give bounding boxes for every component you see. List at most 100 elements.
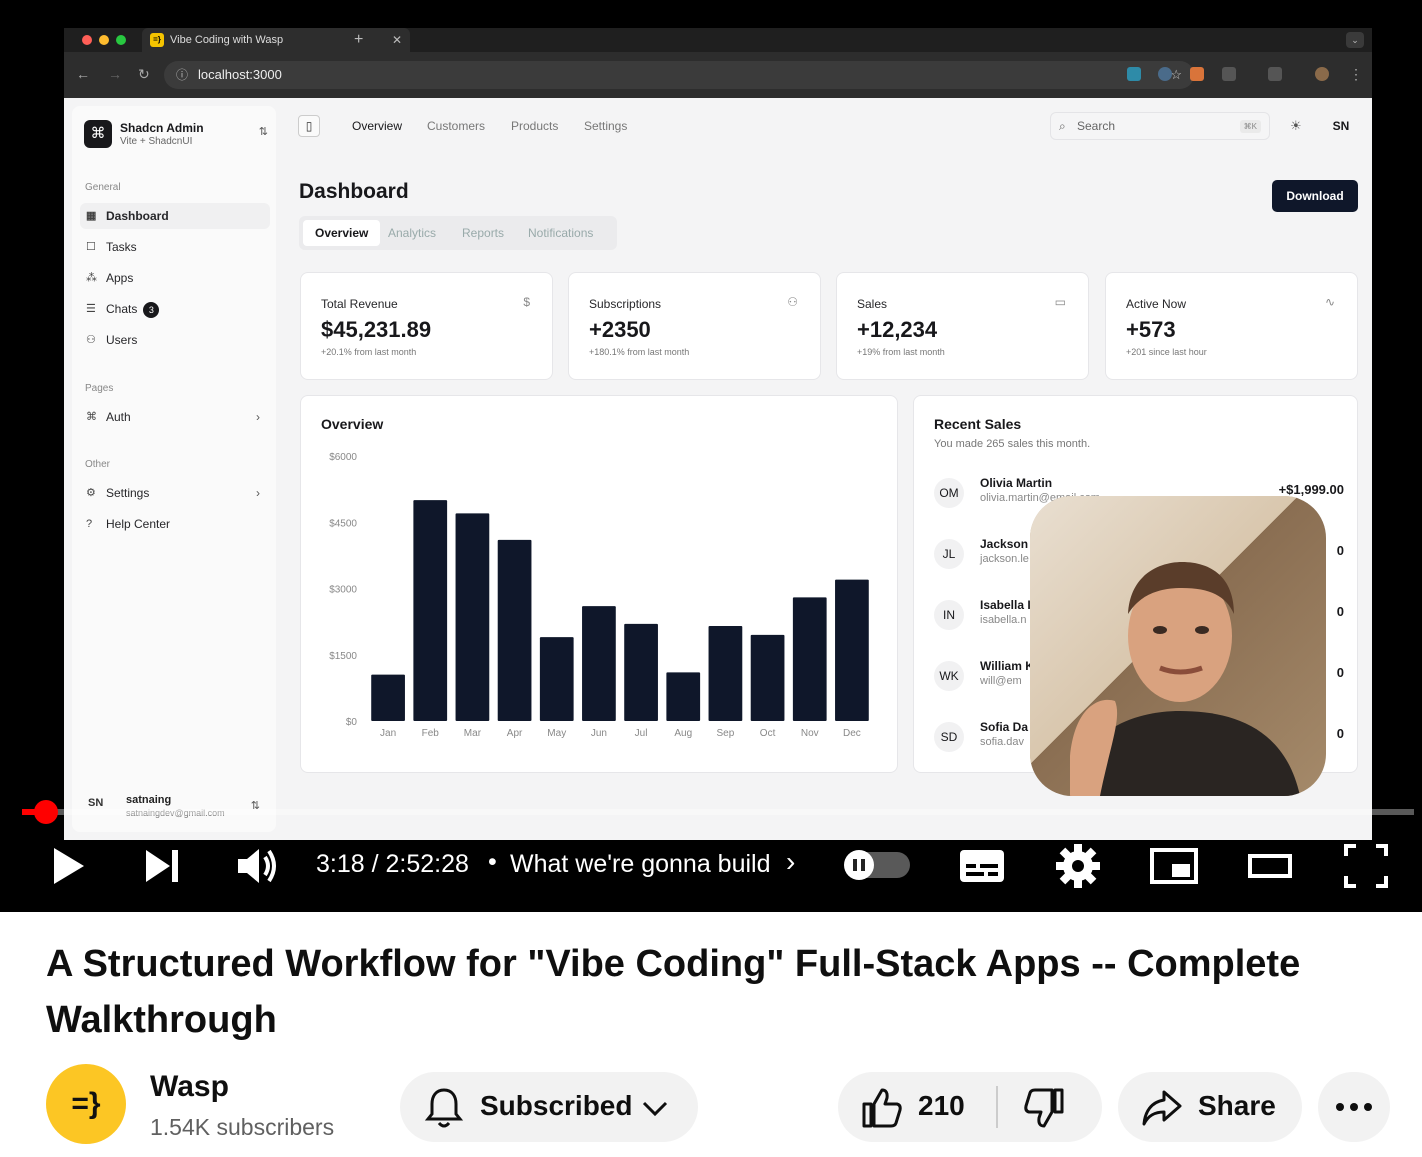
stat-card-sales: Sales ▭ +12,234 +19% from last month: [836, 272, 1089, 380]
progress-track[interactable]: [22, 809, 1414, 815]
sale-name: William K: [980, 659, 1034, 673]
video-title: A Structured Workflow for "Vibe Coding" …: [46, 943, 1301, 1041]
forward-icon: →: [108, 66, 122, 82]
profile-icon: [1315, 67, 1329, 81]
sidebar-item-chats: ☰ Chats 3: [80, 296, 270, 322]
chats-icon: ☰: [86, 303, 96, 315]
y-tick-label: $3000: [329, 585, 357, 596]
thumbs-up-icon: [862, 1088, 902, 1128]
presenter-webcam: [1030, 496, 1326, 796]
sidebar-item-label: Chats: [106, 302, 138, 316]
sidebar-item-dashboard: ▦ Dashboard: [80, 203, 270, 229]
x-tick-label: Nov: [801, 728, 819, 739]
chart-bar: [835, 579, 869, 721]
user-name: satnaing: [126, 794, 172, 806]
fullscreen-button[interactable]: [1340, 840, 1392, 892]
sale-email: sofia.dav: [980, 736, 1025, 748]
apps-icon: ⁂: [86, 272, 97, 284]
volume-button[interactable]: [230, 840, 282, 892]
miniplayer-button[interactable]: [1148, 840, 1200, 892]
tab-title: Vibe Coding with Wasp: [170, 34, 284, 46]
dislike-button[interactable]: [1000, 1072, 1102, 1142]
dashboard-tabs: Overview Analytics Reports Notifications: [299, 216, 617, 250]
progress-scrubber[interactable]: [34, 800, 58, 824]
chart-bar: [708, 626, 743, 721]
overview-chart-card: Overview $0 $1500 $3000 $4500 $6000 Jan Feb Mar…: [300, 395, 898, 773]
share-label: Share: [1198, 1090, 1276, 1121]
sale-amount: 0: [1336, 665, 1344, 680]
stat-title: Total Revenue: [321, 297, 398, 311]
stat-value: +573: [1126, 317, 1176, 342]
sidebar-group-general: General: [85, 182, 121, 193]
sidebar-item-settings: ⚙ Settings ›: [80, 480, 270, 506]
sale-amount: 0: [1336, 543, 1344, 558]
extension-icon: [1158, 67, 1172, 81]
sale-email: jackson.le: [980, 553, 1029, 565]
subscribed-button[interactable]: Subscribed: [400, 1072, 698, 1142]
x-tick-label: May: [547, 728, 566, 739]
next-button[interactable]: [136, 840, 188, 892]
volume-icon: [238, 849, 276, 883]
sidebar-item-apps: ⁂ Apps: [80, 265, 270, 291]
chapter-title[interactable]: What we're gonna build: [510, 850, 771, 879]
like-divider: [996, 1086, 998, 1128]
sale-email: isabella.n: [980, 614, 1027, 626]
presenter-figure: [1070, 562, 1300, 796]
settings-button[interactable]: [1052, 840, 1104, 892]
download-button: Download: [1272, 180, 1358, 212]
team-switcher: ⌘ Shadcn Admin Vite + ShadcnUI ⇅: [84, 116, 272, 156]
sidebar-item-label: Settings: [106, 486, 150, 500]
stat-value: $45,231.89: [321, 317, 432, 342]
reload-icon: ↻: [138, 66, 150, 82]
activity-icon: ∿: [1324, 295, 1335, 309]
tab-notifications: Notifications: [528, 226, 594, 240]
users-icon: ⚇: [787, 295, 798, 309]
autoplay-toggle[interactable]: [844, 850, 910, 880]
topnav-customers: Customers: [427, 119, 486, 133]
chevron-right-icon: ›: [256, 486, 260, 500]
theme-toggle-icon: ☀: [1290, 118, 1302, 133]
extension-icon: [1127, 67, 1141, 81]
channel-name[interactable]: Wasp: [150, 1070, 229, 1104]
play-button[interactable]: [42, 840, 94, 892]
dollar-icon: $: [523, 295, 530, 309]
chart-bar: [455, 513, 490, 721]
topnav-products: Products: [511, 119, 559, 133]
subtitles-button[interactable]: [956, 840, 1008, 892]
video-player[interactable]: =} Vibe Coding with Wasp ✕ + ⌄ ← → ↻ ⓘ l…: [0, 0, 1422, 912]
search-placeholder: Search: [1077, 119, 1116, 133]
pause-icon: [844, 850, 874, 880]
chevron-right-icon[interactable]: ›: [786, 846, 795, 878]
fullscreen-icon: [1344, 844, 1388, 888]
stat-value: +12,234: [857, 317, 938, 342]
like-button[interactable]: 210: [838, 1072, 996, 1142]
sidebar-item-label: Auth: [106, 410, 131, 424]
more-actions-button[interactable]: [1318, 1072, 1390, 1142]
theater-mode-button[interactable]: [1244, 840, 1296, 892]
x-tick-label: Mar: [464, 728, 482, 739]
x-tick-label: Jun: [591, 728, 607, 739]
address-bar: ← → ↻ ⓘ localhost:3000 ☆ ⋮: [64, 52, 1372, 98]
sale-email: will@em: [980, 675, 1022, 687]
y-tick-label: $4500: [329, 518, 357, 529]
sidebar-group-other: Other: [85, 459, 111, 470]
share-button[interactable]: Share: [1118, 1072, 1302, 1142]
user-avatar: SN: [88, 797, 104, 809]
maximize-window-dot: [116, 35, 126, 45]
recent-sales-subtitle: You made 265 sales this month.: [934, 438, 1091, 450]
sale-amount: 0: [1336, 604, 1344, 619]
x-tick-label: Jan: [380, 728, 396, 739]
like-dislike-group: 210: [838, 1072, 1102, 1142]
channel-avatar[interactable]: =}: [46, 1064, 126, 1144]
x-tick-label: Oct: [760, 728, 776, 739]
sidebar-item-label: Apps: [106, 271, 134, 285]
search-shortcut: ⌘K: [1239, 120, 1261, 133]
chart-bar: [792, 597, 827, 721]
like-count: 210: [918, 1090, 965, 1121]
sale-name: Olivia Martin: [980, 476, 1053, 490]
auth-icon: ⌘: [86, 411, 97, 423]
player-controls: 3:18 / 2:52:28 • What we're gonna build …: [0, 826, 1422, 912]
x-tick-label: Aug: [674, 728, 692, 739]
subscriber-count: 1.54K subscribers: [150, 1114, 335, 1140]
tasks-icon: ☐: [86, 241, 96, 253]
